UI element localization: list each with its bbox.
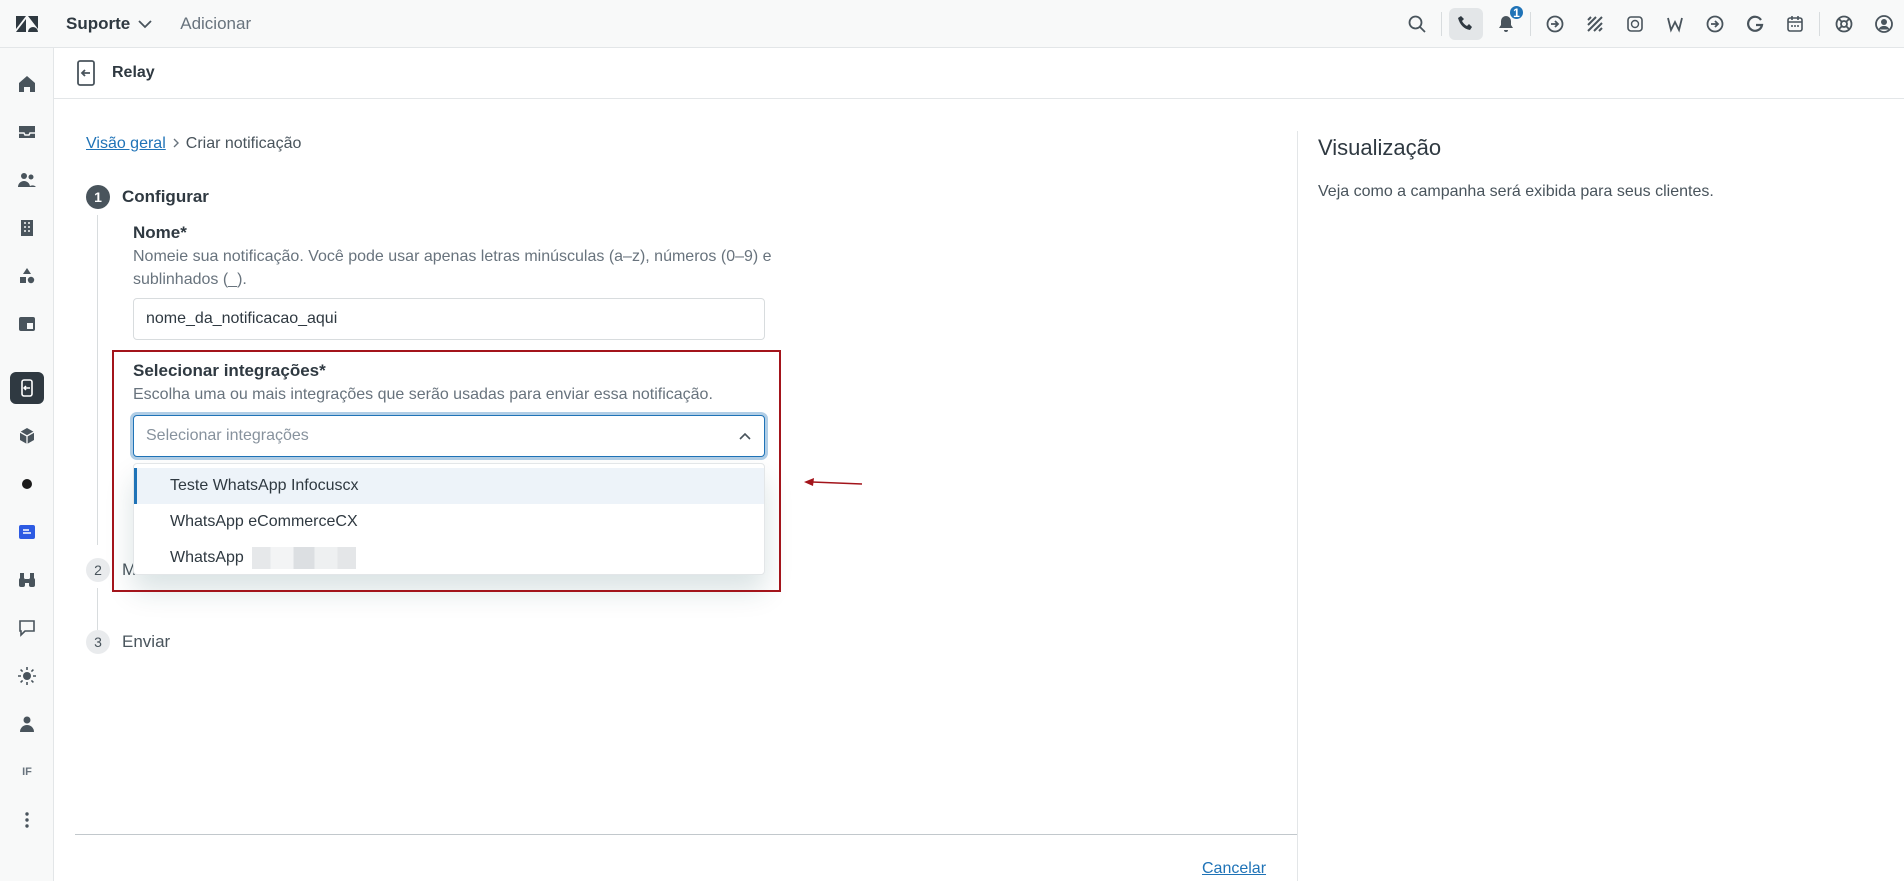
binoculars-icon bbox=[19, 573, 35, 587]
app-pattern-icon[interactable] bbox=[1575, 0, 1615, 48]
app-arrow-2-icon[interactable] bbox=[1695, 0, 1735, 48]
footer-divider bbox=[75, 834, 1297, 835]
chevron-right-icon bbox=[172, 136, 180, 152]
product-name: Suporte bbox=[66, 13, 131, 33]
app-title: Relay bbox=[112, 64, 155, 81]
search-icon[interactable] bbox=[1397, 0, 1437, 48]
person-icon bbox=[20, 716, 34, 732]
user-avatar-icon[interactable] bbox=[1864, 0, 1904, 48]
sidebar: IF bbox=[0, 48, 54, 881]
sidebar-item-explore[interactable] bbox=[0, 560, 54, 600]
sidebar-item-relay[interactable] bbox=[0, 368, 54, 408]
main-content: Visão geral Criar notificação 1 Configur… bbox=[54, 99, 1904, 881]
sidebar-item-organizations[interactable] bbox=[0, 208, 54, 248]
calendar-icon[interactable] bbox=[1775, 0, 1815, 48]
step-connector bbox=[97, 588, 98, 630]
toolbar-divider bbox=[1530, 12, 1531, 36]
cancel-button[interactable]: Cancelar bbox=[1202, 860, 1266, 878]
more-vertical-icon bbox=[25, 812, 29, 828]
preview-title: Visualização bbox=[1318, 135, 1442, 160]
step-number: 1 bbox=[86, 185, 110, 209]
toolbar-divider bbox=[1441, 12, 1442, 36]
app-g-icon[interactable] bbox=[1735, 0, 1775, 48]
annotation-highlight-box bbox=[112, 350, 781, 592]
sidebar-item-package[interactable] bbox=[0, 416, 54, 456]
chat-bubble-icon bbox=[19, 620, 35, 637]
breadcrumb-current: Criar notificação bbox=[185, 135, 302, 152]
notifications-bell-icon[interactable]: 1 bbox=[1486, 0, 1526, 48]
step-connector bbox=[97, 215, 98, 545]
notification-badge: 1 bbox=[1508, 4, 1525, 21]
sidebar-if-label: IF bbox=[22, 766, 32, 778]
step-number: 3 bbox=[86, 630, 110, 654]
home-icon bbox=[19, 76, 35, 92]
step-label: Configurar bbox=[122, 187, 209, 206]
app-blue-icon bbox=[19, 525, 35, 539]
sidebar-item-views[interactable] bbox=[0, 112, 54, 152]
step-send: 3 Enviar bbox=[86, 630, 170, 654]
dot-icon bbox=[22, 479, 32, 489]
product-switcher[interactable]: Suporte bbox=[66, 14, 152, 34]
preview-divider bbox=[1297, 131, 1298, 881]
name-label: Nome* bbox=[133, 223, 187, 242]
chevron-down-icon bbox=[138, 16, 152, 32]
breadcrumb: Visão geral Criar notificação bbox=[86, 135, 301, 153]
inbox-icon bbox=[19, 126, 35, 138]
users-icon bbox=[18, 173, 36, 187]
sidebar-item-sun[interactable] bbox=[0, 656, 54, 696]
cube-icon bbox=[19, 428, 35, 444]
sidebar-item-status[interactable] bbox=[0, 464, 54, 504]
whatsapp-app-icon[interactable] bbox=[1615, 0, 1655, 48]
toolbar-divider bbox=[1819, 12, 1820, 36]
phone-icon[interactable] bbox=[1446, 0, 1486, 48]
add-button[interactable]: Adicionar bbox=[180, 14, 251, 34]
breadcrumb-overview-link[interactable]: Visão geral bbox=[86, 135, 166, 153]
relay-icon bbox=[21, 379, 33, 397]
name-input[interactable] bbox=[133, 298, 765, 340]
step-configure: 1 Configurar bbox=[86, 185, 209, 209]
annotation-arrow-icon bbox=[804, 478, 863, 486]
sidebar-item-app-blue[interactable] bbox=[0, 512, 54, 552]
sidebar-item-home[interactable] bbox=[0, 64, 54, 104]
sidebar-item-objects[interactable] bbox=[0, 256, 54, 296]
step-label: Enviar bbox=[122, 632, 171, 651]
app-arrow-icon[interactable] bbox=[1535, 0, 1575, 48]
top-bar: Suporte Adicionar 1 bbox=[0, 0, 1904, 48]
workspace-icon bbox=[19, 317, 35, 331]
preview-description: Veja como a campanha será exibida para s… bbox=[1318, 183, 1714, 200]
building-icon bbox=[21, 220, 33, 236]
shapes-icon bbox=[20, 268, 35, 284]
sidebar-item-chat[interactable] bbox=[0, 608, 54, 648]
sidebar-item-workspace[interactable] bbox=[0, 304, 54, 344]
zendesk-logo-icon[interactable] bbox=[0, 0, 54, 48]
app-w-icon[interactable] bbox=[1655, 0, 1695, 48]
step-number: 2 bbox=[86, 558, 110, 582]
sidebar-item-more[interactable] bbox=[0, 800, 54, 840]
sidebar-item-agent[interactable] bbox=[0, 704, 54, 744]
sun-icon bbox=[18, 667, 36, 685]
sidebar-item-if[interactable]: IF bbox=[0, 752, 54, 792]
help-lifebuoy-icon[interactable] bbox=[1824, 0, 1864, 48]
sidebar-item-customers[interactable] bbox=[0, 160, 54, 200]
app-header: Relay bbox=[54, 48, 1904, 99]
relay-app-icon bbox=[74, 59, 98, 87]
name-hint: Nomeie sua notificação. Você pode usar a… bbox=[133, 248, 772, 288]
top-toolbar: 1 bbox=[1397, 0, 1904, 48]
